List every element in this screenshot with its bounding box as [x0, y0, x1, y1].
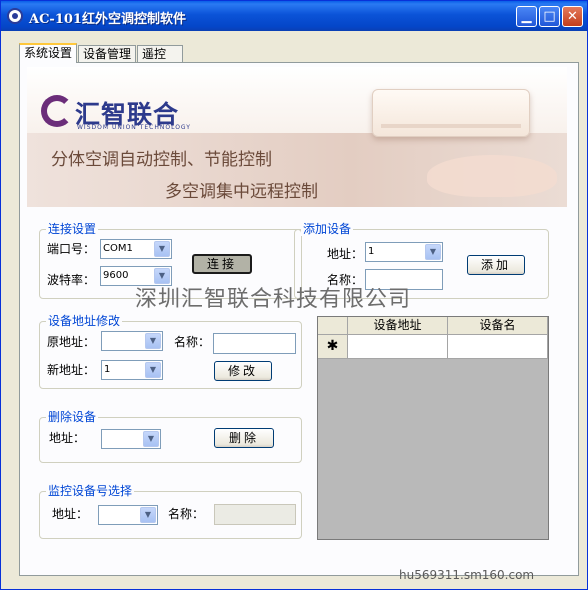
port-label: 端口号： — [47, 242, 96, 256]
add-address-select[interactable]: 1 ▼ — [365, 242, 443, 262]
table-corner-header — [318, 317, 348, 335]
banner-image: 汇智联合 WISDOM UNION TECHNOLOGY 分体空调自动控制、节能… — [27, 67, 567, 207]
chevron-down-icon: ▼ — [140, 507, 156, 523]
banner-slogan-2: 多空调集中远程控制 — [165, 182, 318, 202]
window-title: AC-101红外空调控制软件 — [29, 12, 186, 27]
modify-name-input[interactable] — [213, 333, 296, 354]
company-logo-subtitle: WISDOM UNION TECHNOLOGY — [77, 124, 191, 131]
delete-device-title: 删除设备 — [46, 410, 99, 424]
app-icon — [7, 8, 23, 24]
add-device-title: 添加设备 — [301, 222, 354, 236]
modify-button[interactable]: 修改 — [214, 361, 272, 381]
company-logo-icon — [41, 95, 73, 127]
column-header-address[interactable]: 设备地址 — [348, 317, 448, 335]
tab-remote-control[interactable]: 遥控 — [137, 45, 183, 63]
company-watermark: 深圳汇智联合科技有限公司 — [135, 287, 412, 312]
monitor-address-label: 地址： — [52, 507, 89, 521]
hand-image — [427, 155, 557, 197]
maximize-button[interactable]: □ — [539, 6, 560, 27]
modify-name-label: 名称： — [174, 335, 211, 349]
port-value: COM1 — [103, 243, 133, 254]
device-table[interactable]: 设备地址 设备名 ✱ — [317, 316, 549, 540]
baud-label: 波特率： — [47, 273, 96, 287]
tab-system-settings[interactable]: 系统设置 — [19, 43, 77, 63]
old-address-select[interactable]: ▼ — [101, 331, 163, 351]
new-address-value: 1 — [104, 364, 111, 375]
baud-value: 9600 — [103, 270, 129, 281]
banner-slogan-1: 分体空调自动控制、节能控制 — [51, 150, 272, 170]
table-cell[interactable] — [348, 335, 448, 358]
monitor-address-select[interactable]: ▼ — [98, 505, 158, 525]
site-watermark: hu569311.sm160.com — [399, 568, 535, 582]
port-select[interactable]: COM1 ▼ — [100, 239, 172, 259]
tab-device-management[interactable]: 设备管理 — [78, 45, 136, 63]
connection-settings-title: 连接设置 — [46, 222, 99, 236]
add-button[interactable]: 添加 — [467, 255, 525, 275]
chevron-down-icon: ▼ — [145, 362, 161, 378]
modify-address-title: 设备地址修改 — [46, 314, 123, 328]
monitor-name-label: 名称： — [168, 507, 205, 521]
add-address-value: 1 — [368, 246, 375, 257]
main-window: AC-101红外空调控制软件 ▁ □ ✕ 系统设置 设备管理 遥控 汇智联合 W… — [0, 0, 588, 590]
title-bar[interactable]: AC-101红外空调控制软件 ▁ □ ✕ — [1, 1, 587, 31]
table-new-row[interactable]: ✱ — [318, 335, 548, 359]
chevron-down-icon: ▼ — [145, 333, 161, 349]
connect-button[interactable]: 连接 — [192, 254, 252, 274]
minimize-button[interactable]: ▁ — [516, 6, 537, 27]
column-header-name[interactable]: 设备名 — [448, 317, 548, 335]
delete-address-select[interactable]: ▼ — [101, 429, 161, 449]
monitor-name-field — [214, 504, 296, 525]
add-address-label: 地址： — [327, 247, 364, 261]
close-button[interactable]: ✕ — [562, 6, 583, 27]
chevron-down-icon: ▼ — [425, 244, 441, 260]
new-address-label: 新地址： — [47, 363, 96, 377]
table-cell[interactable] — [448, 335, 548, 358]
new-row-marker: ✱ — [318, 335, 348, 358]
air-conditioner-image — [372, 89, 530, 137]
chevron-down-icon: ▼ — [143, 431, 159, 447]
monitor-select-title: 监控设备号选择 — [46, 484, 135, 498]
delete-address-label: 地址： — [49, 431, 86, 445]
new-address-select[interactable]: 1 ▼ — [101, 360, 163, 380]
delete-button[interactable]: 删除 — [214, 428, 274, 448]
old-address-label: 原地址： — [47, 335, 96, 349]
chevron-down-icon: ▼ — [154, 241, 170, 257]
